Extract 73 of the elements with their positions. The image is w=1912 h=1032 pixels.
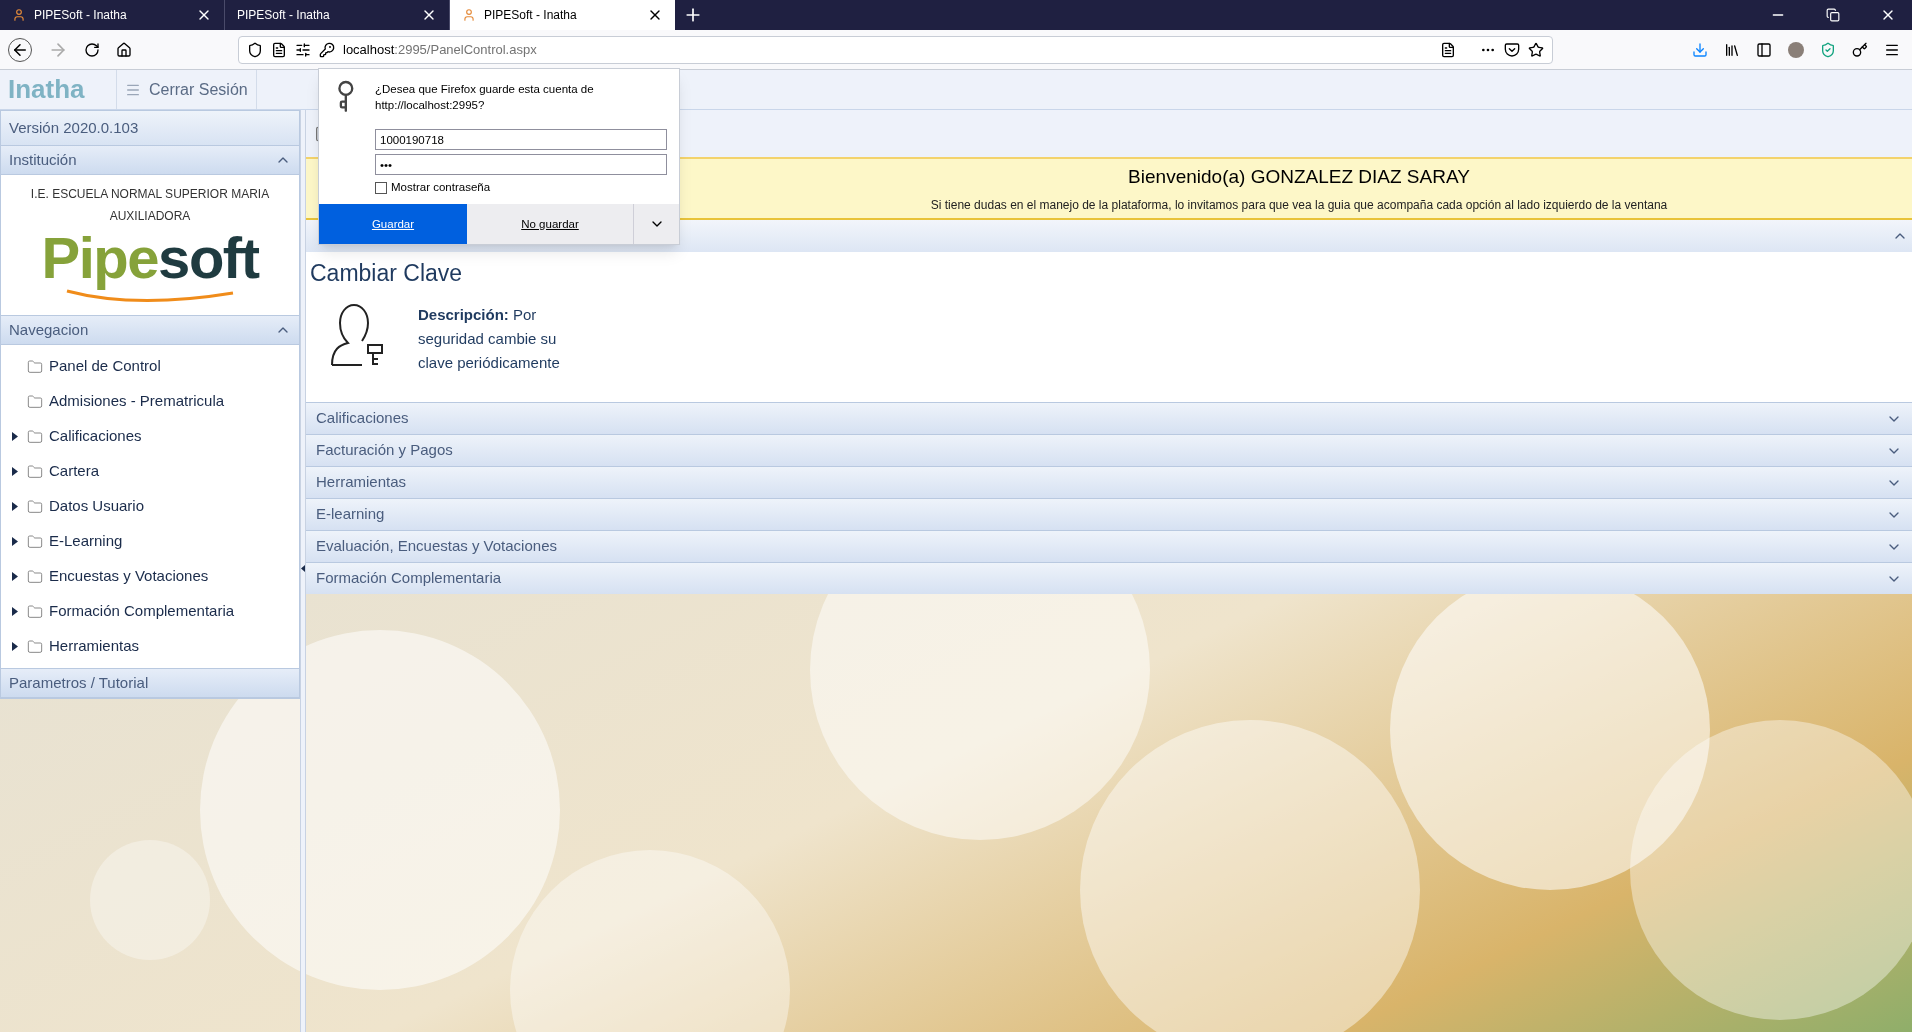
page-icon — [271, 41, 287, 58]
reader-view-icon[interactable] — [1440, 41, 1456, 58]
url-text: localhost:2995/PanelControl.aspx — [343, 40, 537, 59]
expand-caret-icon — [12, 432, 18, 441]
nav-item[interactable]: Formación Complementaria — [1, 594, 299, 629]
home-icon[interactable] — [116, 41, 132, 58]
version-label: Versión 2020.0.103 — [1, 111, 299, 145]
accordion-header[interactable]: E-learning — [306, 498, 1912, 530]
restore-icon[interactable] — [1826, 8, 1840, 22]
welcome-subtitle: Si tiene dudas en el manejo de la plataforma, lo invitamos para que vea la guia que acompaña cada opción al lado izquierdo de la ventana — [930, 196, 1668, 214]
dont-save-button[interactable]: No guardar — [467, 204, 633, 245]
download-icon[interactable] — [1692, 41, 1708, 58]
accordion-header[interactable]: Facturación y Pagos — [306, 434, 1912, 466]
folder-icon — [27, 463, 43, 480]
address-bar[interactable]: localhost:2995/PanelControl.aspx — [238, 35, 1553, 64]
nav-item[interactable]: Datos Usuario — [1, 489, 299, 524]
folder-icon — [27, 603, 43, 620]
institution-logo: Pipesoft — [41, 227, 259, 303]
panel-description: Descripción: Por seguridad cambie su clave periódicamente — [418, 304, 561, 373]
browser-tab[interactable]: PIPESoft - Inatha — [450, 0, 675, 30]
folder-icon — [27, 498, 43, 515]
shield-icon[interactable] — [1820, 41, 1836, 58]
accordion-header[interactable]: Formación Complementaria — [306, 562, 1912, 594]
accordion-header[interactable]: Herramientas — [306, 466, 1912, 498]
folder-icon — [27, 568, 43, 585]
library-icon[interactable] — [1724, 41, 1740, 58]
key-icon[interactable] — [1852, 41, 1868, 58]
shield-icon — [247, 41, 263, 58]
save-button[interactable]: Guardar — [319, 204, 467, 245]
nav-item[interactable]: Panel de Control — [1, 349, 299, 384]
password-field[interactable]: ••• — [375, 154, 667, 175]
section-header[interactable]: Navegacion — [1, 315, 299, 345]
expand-caret-icon — [12, 502, 18, 511]
permissions-icon — [295, 41, 311, 58]
nav-item[interactable]: Cartera — [1, 454, 299, 489]
panel-title: Cambiar Clave — [310, 259, 464, 288]
nav-item[interactable]: Encuestas y Votaciones — [1, 559, 299, 594]
sidebar-icon[interactable] — [1756, 41, 1772, 58]
folder-icon — [27, 393, 43, 410]
nav-item[interactable]: Calificaciones — [1, 419, 299, 454]
username-field[interactable]: 1000190718 — [375, 129, 667, 150]
expand-caret-icon — [12, 537, 18, 546]
expand-caret-icon — [12, 467, 18, 476]
section-header[interactable]: Institución — [1, 145, 299, 175]
account-avatar[interactable] — [1788, 41, 1804, 58]
app-logo: Inatha — [7, 73, 86, 106]
folder-icon — [27, 428, 43, 445]
reload-icon[interactable] — [84, 41, 100, 58]
folder-icon — [27, 638, 43, 655]
pocket-icon[interactable] — [1504, 41, 1520, 58]
tab-title: PIPESoft - Inatha — [237, 7, 331, 24]
accordion-header[interactable]: Calificaciones — [306, 402, 1912, 434]
accordion-header[interactable]: Evaluación, Encuestas y Votaciones — [306, 530, 1912, 562]
nav-item[interactable]: Admisiones - Prematricula — [1, 384, 299, 419]
show-password-checkbox[interactable] — [375, 181, 387, 194]
expand-caret-icon — [12, 642, 18, 651]
welcome-title: Bienvenido(a) GONZALEZ DIAZ SARAY — [1128, 165, 1470, 190]
prompt-question: ¿Desea que Firefox guarde esta cuenta de http://localhost:2995? — [375, 82, 595, 113]
expand-caret-icon — [12, 607, 18, 616]
folder-icon — [27, 533, 43, 550]
show-password-label: Mostrar contraseña — [391, 180, 491, 195]
folder-icon — [27, 358, 43, 375]
section-header[interactable]: Parametros / Tutorial — [1, 668, 299, 698]
expand-caret-icon — [12, 572, 18, 581]
tab-title: PIPESoft - Inatha — [484, 7, 578, 24]
nav-item[interactable]: E-Learning — [1, 524, 299, 559]
key-icon — [319, 41, 335, 58]
collapse-arrow-icon — [301, 565, 305, 572]
institution-name: I.E. ESCUELA NORMAL SUPERIOR MARIA AUXILIADORA — [29, 186, 271, 225]
tab-title: PIPESoft - Inatha — [34, 7, 128, 24]
nav-item[interactable]: Herramientas — [1, 629, 299, 664]
logout-button[interactable]: Cerrar Sesión — [116, 70, 257, 109]
bookmark-icon[interactable] — [1528, 41, 1544, 58]
